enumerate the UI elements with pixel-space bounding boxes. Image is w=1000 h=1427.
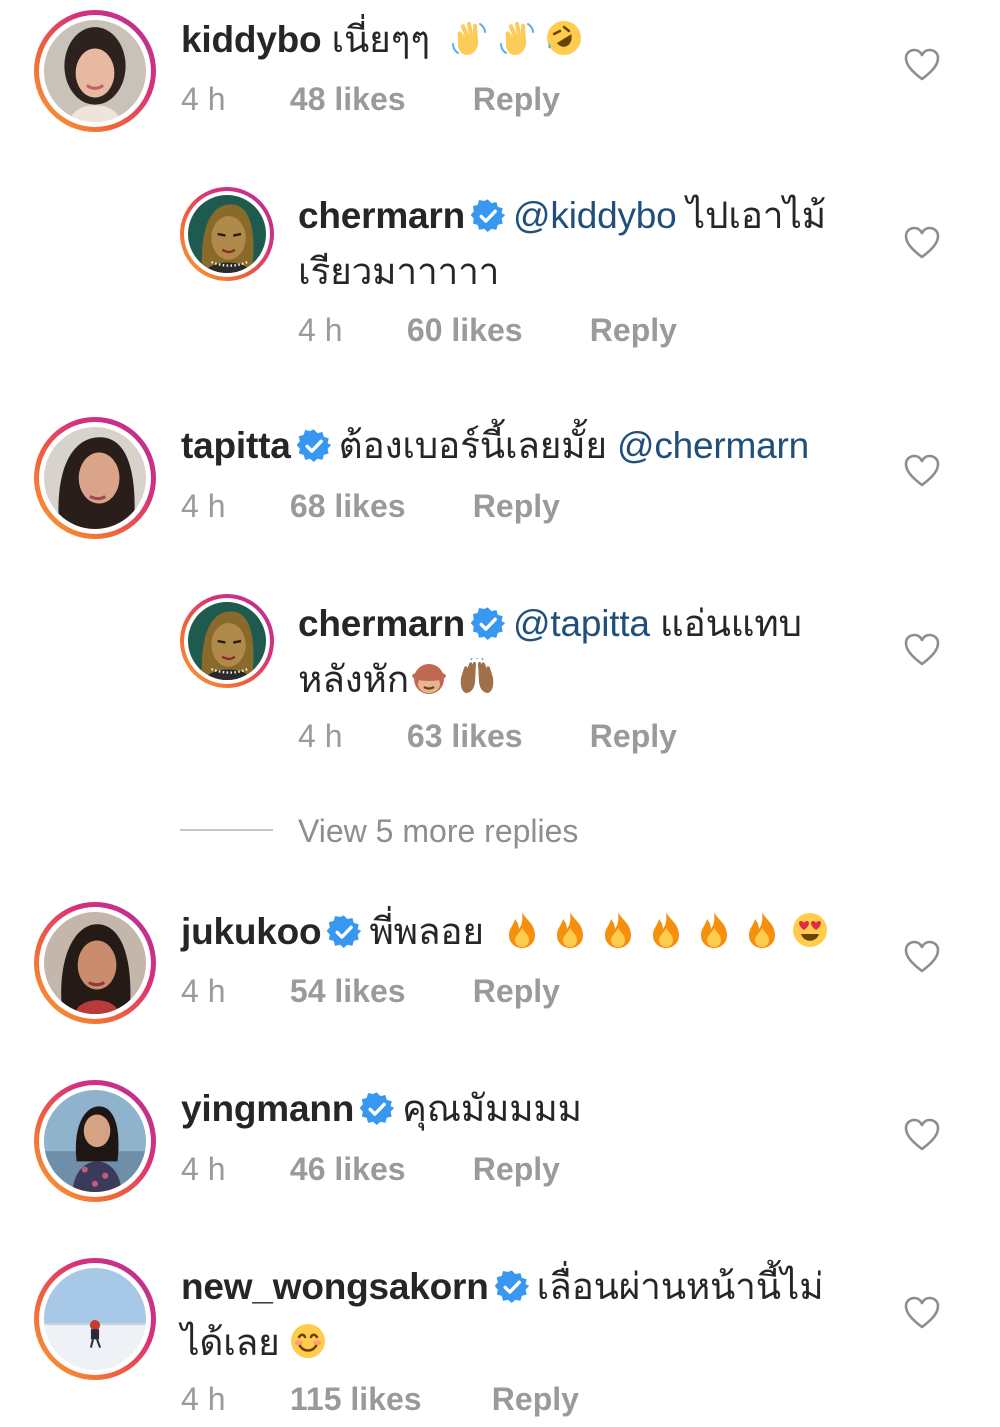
comment-time: 4 h [181, 488, 226, 524]
fire-icon [646, 910, 686, 950]
raising-hands-icon [457, 658, 497, 698]
avatar-photo [44, 20, 146, 122]
like-heart-icon[interactable] [904, 1118, 940, 1152]
comment-time: 4 h [181, 1381, 226, 1417]
comment-body: ต้องเบอร์นี้เลยมั้ย [338, 425, 608, 466]
username[interactable]: jukukoo [181, 911, 322, 952]
comment-body: แอ่นแทบ [659, 603, 802, 644]
rofl-icon [544, 18, 584, 58]
comment-text: jukukoo พี่พลอย [181, 904, 830, 960]
verified-badge-icon [360, 1092, 394, 1126]
username[interactable]: chermarn [298, 195, 465, 236]
comment-time: 4 h [298, 718, 343, 754]
mention-link[interactable]: @tapitta [513, 603, 650, 644]
comment-text: chermarn @kiddybo ไปเอาไม้ เรียวมาาาาา [298, 188, 878, 300]
avatar[interactable] [34, 10, 156, 132]
comment-meta: 4 h 115 likes Reply [181, 1379, 579, 1419]
verified-badge-icon [297, 429, 331, 463]
fire-icon [742, 910, 782, 950]
avatar-photo [44, 427, 146, 529]
likes-count[interactable]: 46 likes [290, 1149, 464, 1189]
comment-meta: 4 h 54 likes Reply [181, 971, 560, 1011]
comment-meta: 4 h 68 likes Reply [181, 486, 560, 526]
comment-text: new_wongsakorn เลื่อนผ่านหน้านี้ไม่ ได้เล… [181, 1259, 861, 1371]
username[interactable]: chermarn [298, 603, 465, 644]
avatar-photo [44, 1090, 146, 1192]
like-heart-icon[interactable] [904, 940, 940, 974]
likes-count[interactable]: 54 likes [290, 971, 464, 1011]
fire-icon [502, 910, 542, 950]
likes-count[interactable]: 115 likes [290, 1379, 483, 1419]
comment-meta: 4 h 60 likes Reply [298, 310, 677, 350]
smiling-face-icon [288, 1321, 328, 1361]
mention-link[interactable]: @chermarn [617, 425, 809, 466]
comment-meta: 4 h 63 likes Reply [298, 716, 677, 756]
comment-body: พี่พลอย [369, 911, 484, 952]
avatar-photo [44, 912, 146, 1014]
see-no-evil-monkey-icon [409, 658, 449, 698]
avatar[interactable] [34, 417, 156, 539]
reply-button[interactable]: Reply [590, 716, 677, 756]
replies-divider [180, 829, 273, 831]
avatar-photo [44, 1268, 146, 1370]
comment-body-line2: หลังหัก [298, 659, 409, 700]
waving-hand-icon [448, 18, 488, 58]
comment-text: chermarn @tapitta แอ่นแทบ หลังหัก [298, 596, 878, 708]
comment-body-line2: ได้เลย [181, 1322, 280, 1363]
comment-time: 4 h [181, 81, 226, 117]
likes-count[interactable]: 68 likes [290, 486, 464, 526]
verified-badge-icon [471, 199, 505, 233]
likes-count[interactable]: 48 likes [290, 79, 464, 119]
fire-icon [598, 910, 638, 950]
like-heart-icon[interactable] [904, 226, 940, 260]
comment-body-line2: เรียวมาาาาา [298, 251, 500, 292]
mention-link[interactable]: @kiddybo [513, 195, 677, 236]
like-heart-icon[interactable] [904, 48, 940, 82]
like-heart-icon[interactable] [904, 1296, 940, 1330]
comment-meta: 4 h 48 likes Reply [181, 79, 560, 119]
reply-button[interactable]: Reply [473, 79, 560, 119]
reply-button[interactable]: Reply [590, 310, 677, 350]
likes-count[interactable]: 60 likes [407, 310, 581, 350]
verified-badge-icon [471, 607, 505, 641]
comment-time: 4 h [298, 312, 343, 348]
comment-time: 4 h [181, 973, 226, 1009]
comment-text: tapitta ต้องเบอร์นี้เลยมั้ย @chermarn [181, 418, 809, 474]
avatar[interactable] [180, 594, 274, 688]
verified-badge-icon [495, 1270, 529, 1304]
avatar[interactable] [180, 187, 274, 281]
comment-body: เนี่ยๆๆ [331, 19, 431, 60]
username[interactable]: yingmann [181, 1088, 354, 1129]
username[interactable]: kiddybo [181, 19, 322, 60]
fire-icon [550, 910, 590, 950]
username[interactable]: new_wongsakorn [181, 1266, 489, 1307]
reply-button[interactable]: Reply [473, 971, 560, 1011]
username[interactable]: tapitta [181, 425, 291, 466]
comment-text: kiddybo เนี่ยๆๆ [181, 12, 584, 68]
reply-button[interactable]: Reply [492, 1379, 579, 1419]
reply-button[interactable]: Reply [473, 486, 560, 526]
avatar-cartoon [188, 602, 266, 680]
waving-hand-icon [496, 18, 536, 58]
comment-text: yingmann คุณมัมมมม [181, 1081, 582, 1137]
likes-count[interactable]: 63 likes [407, 716, 581, 756]
verified-badge-icon [327, 915, 361, 949]
avatar-cartoon [188, 195, 266, 273]
avatar[interactable] [34, 1080, 156, 1202]
comment-time: 4 h [181, 1151, 226, 1187]
like-heart-icon[interactable] [904, 454, 940, 488]
comment-body: เลื่อนผ่านหน้านี้ไม่ [536, 1266, 824, 1307]
heart-eyes-icon [790, 910, 830, 950]
comment-meta: 4 h 46 likes Reply [181, 1149, 560, 1189]
comment-body: คุณมัมมมม [402, 1088, 582, 1129]
view-more-replies-button[interactable]: View 5 more replies [298, 810, 578, 852]
avatar[interactable] [34, 902, 156, 1024]
comment-body: ไปเอาไม้ [686, 195, 827, 236]
avatar[interactable] [34, 1258, 156, 1380]
reply-button[interactable]: Reply [473, 1149, 560, 1189]
like-heart-icon[interactable] [904, 633, 940, 667]
fire-icon [694, 910, 734, 950]
